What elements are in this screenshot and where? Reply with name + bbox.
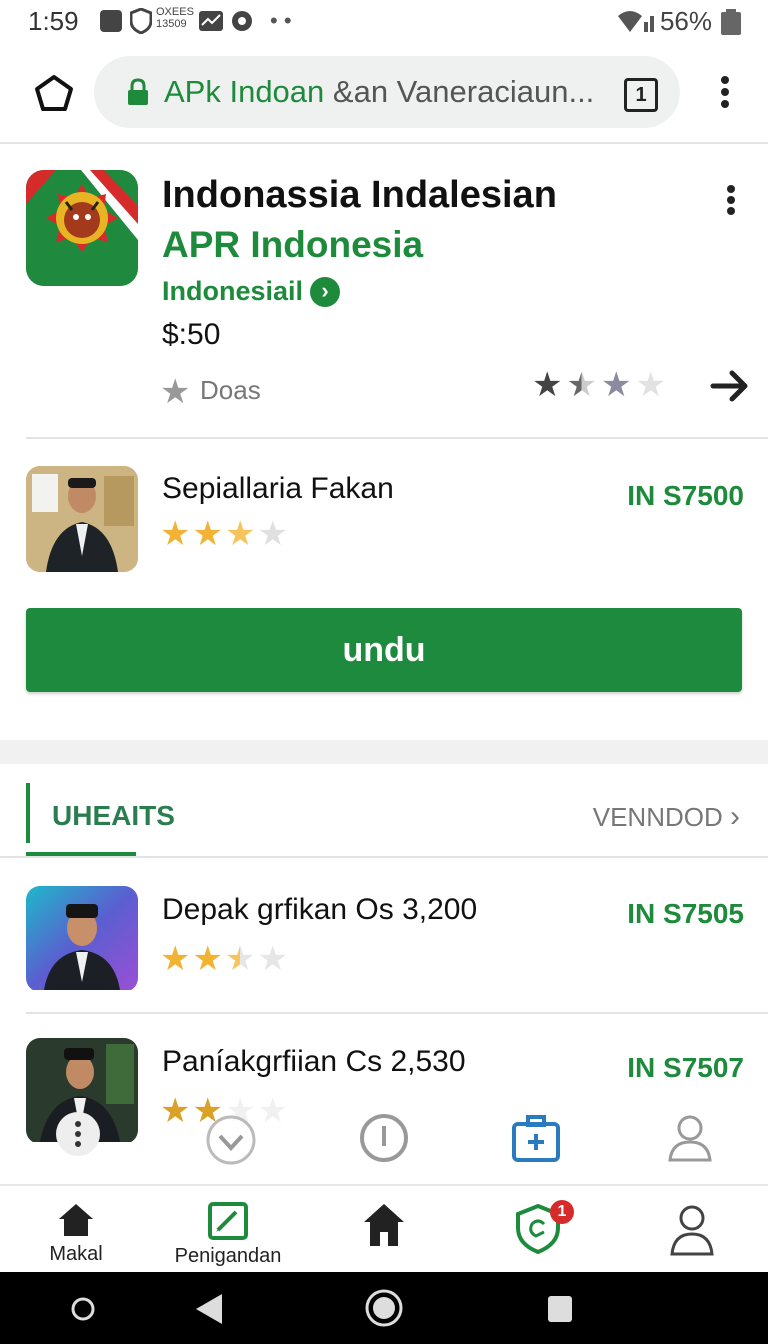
star-half-icon: ★ — [224, 940, 256, 978]
app-icon — [26, 170, 138, 286]
home-icon — [59, 1204, 93, 1236]
star-full-icon: ★ — [224, 515, 256, 553]
home-button-icon[interactable] — [364, 1288, 404, 1328]
browser-toolbar: APk Indoan &an Vaneraciaun... 1 — [0, 44, 768, 144]
divider — [0, 856, 768, 858]
star-full-icon: ★ — [532, 366, 563, 404]
featured-thumbnail[interactable] — [26, 466, 138, 572]
star-half-icon: ★ — [566, 366, 597, 404]
app-title: Indonassia Indalesian — [162, 174, 557, 216]
chevron-right-icon: › — [730, 800, 740, 833]
star-full-icon: ★ — [160, 1092, 191, 1130]
battery-percent: 56% — [659, 6, 712, 36]
signal-icon — [618, 11, 654, 32]
gesture-icon[interactable] — [204, 1112, 258, 1166]
featured-rating-stars: ★★★★ — [160, 517, 288, 551]
bottom-navigation: Makal Penigandan 1 — [0, 1184, 768, 1274]
tab-indicator — [26, 783, 30, 843]
star-empty-icon: ★ — [635, 366, 666, 404]
star-empty-icon: ★ — [257, 940, 288, 978]
browser-menu-icon[interactable] — [718, 74, 732, 110]
app-menu-icon[interactable] — [724, 184, 738, 216]
home-outline-icon[interactable] — [34, 74, 74, 112]
person-outline-icon[interactable] — [666, 1112, 714, 1164]
medical-bag-icon[interactable] — [510, 1112, 562, 1164]
lock-icon — [128, 78, 148, 105]
star-empty-icon: ★ — [257, 515, 288, 553]
battery-icon — [721, 9, 741, 35]
info-icon[interactable] — [358, 1112, 410, 1164]
section-separator — [0, 740, 768, 764]
star-full-icon: ★ — [160, 515, 191, 553]
overflow-button[interactable] — [56, 1112, 100, 1156]
star-icon: ★ — [160, 373, 191, 411]
home-icon — [364, 1204, 404, 1246]
nav-item-profile[interactable] — [668, 1204, 716, 1261]
status-mini-text: OXEES 13509 — [156, 6, 194, 30]
nav-item-home[interactable] — [362, 1202, 406, 1253]
developer-link[interactable]: Indonesiail — [162, 276, 303, 307]
featured-price: IN S7500 — [627, 480, 744, 511]
notification-icon — [100, 10, 122, 32]
list-item-price: IN S7505 — [627, 898, 744, 929]
nav-item-penigandan[interactable]: Penigandan — [168, 1202, 288, 1268]
list-item-price: IN S7507 — [627, 1052, 744, 1083]
edit-icon — [208, 1202, 248, 1240]
star-empty-icon: ★ — [600, 366, 632, 404]
url-text[interactable]: APk Indoan &an Vaneraciaun... — [164, 74, 594, 110]
tab-count-button[interactable]: 1 — [624, 78, 658, 112]
star-full-icon: ★ — [160, 940, 191, 978]
app-subtitle: APR Indonesia — [162, 224, 424, 265]
sync-status-icon — [232, 11, 252, 31]
view-more-link[interactable]: VENNDOD › — [593, 800, 740, 834]
divider — [26, 437, 768, 439]
back-icon[interactable] — [194, 1292, 224, 1326]
list-item-name[interactable]: Depak grfikan Os 3,200 — [162, 893, 477, 927]
star-full-icon: ★ — [192, 940, 223, 978]
notification-badge: 1 — [550, 1200, 574, 1224]
star-empty-icon: ★ — [257, 1092, 288, 1130]
divider — [26, 1012, 768, 1014]
nav-item-makal[interactable]: Makal — [40, 1202, 112, 1266]
status-time: 1:59 — [28, 6, 79, 36]
system-navigation-bar — [0, 1272, 768, 1344]
status-bar: 1:59 OXEES 13509 • • 56% — [0, 0, 768, 44]
nav-label: Makal — [49, 1243, 103, 1265]
featured-name[interactable]: Sepiallaria Fakan — [162, 472, 394, 506]
app-price: $:50 — [162, 318, 221, 351]
tab-section[interactable]: UHEAITS — [52, 800, 175, 832]
chart-status-icon — [199, 11, 223, 31]
person-icon — [670, 1205, 714, 1256]
circle-icon[interactable] — [70, 1296, 96, 1322]
nav-item-shield[interactable]: 1 — [514, 1200, 574, 1259]
arrow-right-icon[interactable] — [710, 368, 750, 404]
downloads-label: Doas — [200, 375, 261, 405]
shield-status-icon — [130, 8, 152, 34]
chevron-right-icon[interactable]: › — [310, 277, 340, 307]
list-item-rating-stars: ★★★★ — [160, 942, 288, 976]
address-bar[interactable]: APk Indoan &an Vaneraciaun... 1 — [94, 56, 680, 128]
app-rating-stars: ★ ★ ★ ★ — [532, 368, 666, 402]
star-full-icon: ★ — [192, 515, 223, 553]
list-item-thumbnail[interactable] — [26, 886, 138, 992]
more-notifications-icon: • • — [270, 8, 292, 33]
nav-label: Penigandan — [174, 1245, 282, 1267]
recents-icon[interactable] — [546, 1294, 574, 1324]
list-item-name[interactable]: Paníakgrfiian Cs 2,530 — [162, 1045, 466, 1079]
install-button[interactable]: undu — [26, 608, 742, 692]
